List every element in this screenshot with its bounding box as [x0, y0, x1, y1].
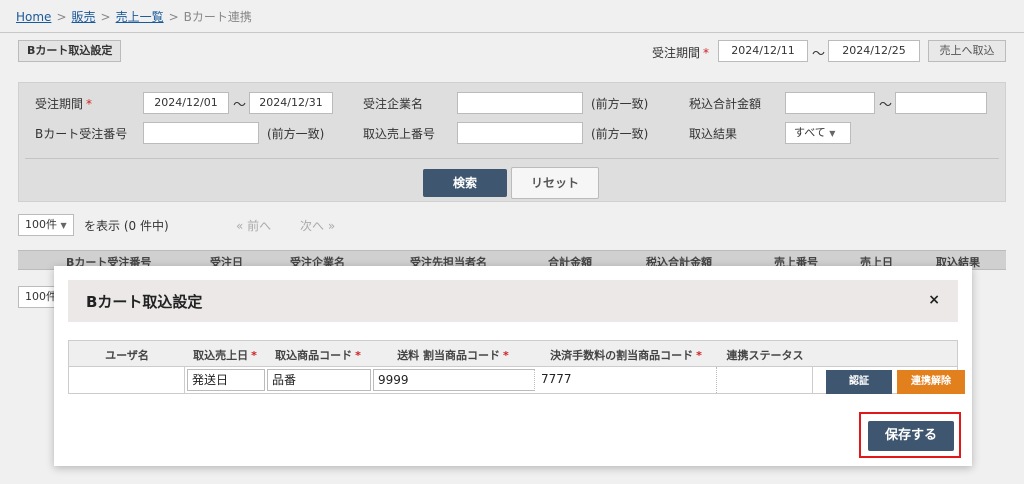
modal-title: Bカート取込設定 — [86, 293, 203, 311]
total-tax-to-input[interactable] — [895, 92, 987, 114]
breadcrumb-sales-list[interactable]: 売上一覧 — [116, 10, 164, 24]
product-code-input[interactable]: 品番 — [267, 369, 371, 391]
th-fee-code-text: 決済手数料の割当商品コード — [550, 349, 694, 362]
breadcrumb: Home > 販売 > 売上一覧 > Bカート連携 — [16, 8, 252, 25]
chevron-down-icon: ▼ — [829, 129, 836, 138]
fee-code-input[interactable]: 7777 — [537, 369, 715, 391]
th-product-code: 取込商品コード * — [265, 347, 371, 363]
breadcrumb-sep: > — [168, 10, 179, 24]
total-tax-from-input[interactable] — [785, 92, 875, 114]
cell-user-name — [69, 367, 185, 393]
bcart-settings-button[interactable]: Bカート取込設定 — [18, 40, 122, 62]
required-mark: * — [503, 349, 509, 362]
order-date-to-input[interactable]: 2024/12/31 — [249, 92, 333, 114]
sales-no-label: 取込売上番号 — [363, 127, 436, 141]
th-status: 連携ステータス — [717, 347, 813, 363]
settings-table: ユーザ名 取込売上日 * 取込商品コード * 送料 割当商品コード * 決済手数料の割… — [68, 340, 965, 394]
search-panel-divider — [25, 158, 999, 159]
chevron-down-icon: ▼ — [60, 221, 67, 230]
required-mark: * — [86, 97, 93, 111]
header-divider — [0, 32, 1024, 33]
sales-date-input[interactable]: 発送日 — [187, 369, 265, 391]
breadcrumb-sales[interactable]: 販売 — [72, 10, 96, 24]
per-page-select[interactable]: 100件 ▼ — [18, 214, 74, 236]
required-mark: * — [696, 349, 702, 362]
auth-button[interactable]: 認証 — [826, 370, 892, 394]
th-product-code-text: 取込商品コード — [275, 349, 353, 362]
result-select[interactable]: すべて ▼ — [785, 122, 851, 144]
close-icon[interactable]: × — [928, 292, 940, 308]
sales-no-input[interactable] — [457, 122, 583, 144]
pager-count-text: を表示 (0 件中) — [84, 219, 169, 233]
total-tax-tilde: 〜 — [879, 98, 893, 113]
breadcrumb-sep: > — [100, 10, 111, 24]
breadcrumb-sep: > — [56, 10, 67, 24]
per-page-value: 100件 — [25, 218, 57, 231]
th-shipping-code-text: 送料 割当商品コード — [397, 349, 501, 362]
bcart-order-input[interactable] — [143, 122, 259, 144]
th-sales-date-text: 取込売上日 — [193, 349, 249, 362]
order-tilde: 〜 — [233, 98, 247, 113]
reset-button[interactable]: リセット — [511, 167, 599, 199]
pager-prev-link[interactable]: « 前へ — [236, 217, 271, 234]
search-button[interactable]: 検索 — [423, 169, 507, 197]
cell-status — [717, 367, 813, 393]
import-to-sales-button[interactable]: 売上へ取込 — [928, 40, 1006, 62]
modal-header: Bカート取込設定 × — [68, 280, 958, 322]
bcart-order-label: Bカート受注番号 — [35, 127, 128, 141]
toolbar-tilde: 〜 — [812, 47, 826, 62]
bcart-order-partial-note: (前方一致) — [267, 127, 325, 141]
per-page-value: 100件 — [25, 290, 57, 303]
save-button[interactable]: 保存する — [868, 421, 954, 451]
toolbar-period-text: 受注期間 — [652, 46, 701, 60]
th-status-text: 連携ステータス — [726, 349, 804, 362]
sales-no-partial-note: (前方一致) — [591, 127, 649, 141]
toolbar-date-to[interactable]: 2024/12/25 — [828, 40, 920, 62]
company-label: 受注企業名 — [363, 97, 424, 111]
breadcrumb-home[interactable]: Home — [16, 10, 51, 24]
th-shipping-code: 送料 割当商品コード * — [371, 347, 535, 363]
breadcrumb-current: Bカート連携 — [183, 10, 252, 24]
th-user-name-text: ユーザ名 — [105, 349, 149, 362]
unlink-button[interactable]: 連携解除 — [897, 370, 965, 394]
required-mark: * — [703, 46, 710, 60]
shipping-code-input[interactable]: 9999 — [373, 369, 535, 391]
result-label: 取込結果 — [689, 127, 738, 141]
company-input[interactable] — [457, 92, 583, 114]
th-fee-code: 決済手数料の割当商品コード * — [535, 347, 717, 363]
order-period-label: 受注期間 * — [35, 95, 92, 112]
search-panel: 受注期間 * 2024/12/01 〜 2024/12/31 受注企業名 (前方一… — [18, 82, 1006, 202]
company-partial-note: (前方一致) — [591, 97, 649, 111]
th-user-name: ユーザ名 — [69, 347, 185, 363]
toolbar-date-from[interactable]: 2024/12/11 — [718, 40, 808, 62]
order-period-text: 受注期間 — [35, 97, 84, 111]
settings-table-header: ユーザ名 取込売上日 * 取込商品コード * 送料 割当商品コード * 決済手数料の割… — [69, 341, 957, 367]
toolbar-period-label: 受注期間 * — [652, 44, 709, 61]
required-mark: * — [251, 349, 257, 362]
th-sales-date: 取込売上日 * — [185, 347, 265, 363]
required-mark: * — [355, 349, 361, 362]
order-date-from-input[interactable]: 2024/12/01 — [143, 92, 229, 114]
save-highlight: 保存する — [859, 412, 961, 458]
pager-next-link[interactable]: 次へ » — [300, 217, 335, 234]
result-select-value: すべて — [794, 126, 826, 139]
bcart-settings-modal: Bカート取込設定 × ユーザ名 取込売上日 * 取込商品コード * 送料 割当商品コ… — [54, 266, 972, 466]
total-tax-label: 税込合計金額 — [689, 97, 762, 111]
